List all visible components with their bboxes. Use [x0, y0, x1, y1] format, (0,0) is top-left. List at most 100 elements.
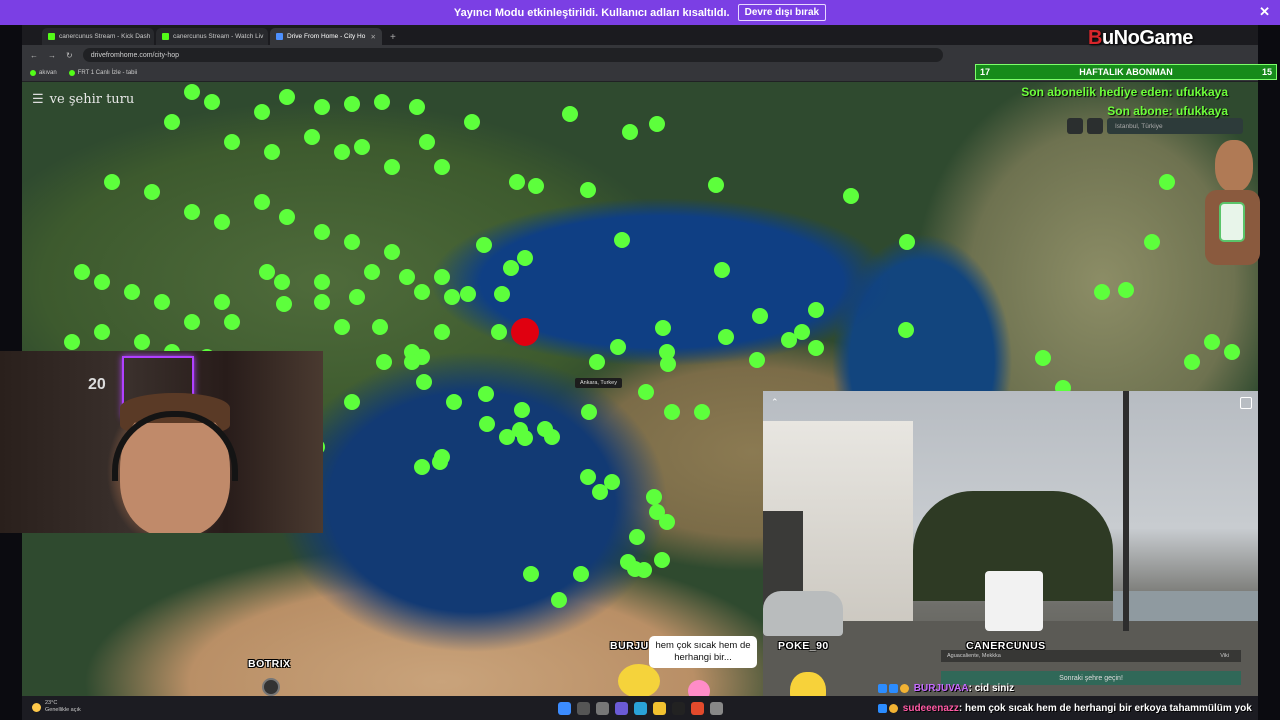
- city-dot[interactable]: [224, 314, 240, 330]
- city-dot[interactable]: [274, 274, 290, 290]
- city-dot[interactable]: [434, 159, 450, 175]
- city-dot[interactable]: [144, 184, 160, 200]
- city-dot[interactable]: [276, 296, 292, 312]
- search-icon[interactable]: [576, 701, 590, 715]
- city-dot[interactable]: [659, 514, 675, 530]
- city-dot[interactable]: [259, 264, 275, 280]
- city-dot[interactable]: [752, 308, 768, 324]
- city-dot[interactable]: [124, 284, 140, 300]
- city-dot[interactable]: [479, 416, 495, 432]
- hamburger-menu-icon[interactable]: ☰: [32, 92, 44, 107]
- city-dot[interactable]: [334, 319, 350, 335]
- city-dot[interactable]: [446, 394, 462, 410]
- tab-kick-watch[interactable]: canercunus Stream - Watch Liv ✕: [156, 28, 268, 45]
- bookmark-item[interactable]: akıvan: [30, 70, 57, 76]
- bookmark-item[interactable]: FRT 1 Canlı İzle - tabii: [68, 70, 137, 76]
- url-field[interactable]: drivefromhome.com/city-hop: [82, 48, 943, 62]
- city-dot[interactable]: [372, 319, 388, 335]
- city-dot[interactable]: [580, 469, 596, 485]
- city-dot[interactable]: [354, 139, 370, 155]
- city-dot[interactable]: [478, 386, 494, 402]
- city-dot[interactable]: [344, 234, 360, 250]
- city-dot[interactable]: [64, 334, 80, 350]
- city-dot[interactable]: [314, 274, 330, 290]
- city-dot[interactable]: [134, 334, 150, 350]
- city-dot[interactable]: [1184, 354, 1200, 370]
- city-dot[interactable]: [537, 421, 553, 437]
- city-dot[interactable]: [279, 209, 295, 225]
- city-dot[interactable]: [749, 352, 765, 368]
- city-dot[interactable]: [154, 294, 170, 310]
- city-dot[interactable]: [491, 324, 507, 340]
- city-dot[interactable]: [581, 404, 597, 420]
- refresh-icon[interactable]: [1067, 118, 1083, 134]
- city-dot[interactable]: [562, 106, 578, 122]
- disable-streamer-mode-button[interactable]: Devre dışı bırak: [737, 4, 827, 21]
- layers-icon[interactable]: [1087, 118, 1103, 134]
- city-dot[interactable]: [551, 592, 567, 608]
- city-dot[interactable]: [184, 314, 200, 330]
- city-dot[interactable]: [718, 329, 734, 345]
- city-dot[interactable]: [74, 264, 90, 280]
- city-dot[interactable]: [399, 269, 415, 285]
- city-dot[interactable]: [1035, 350, 1051, 366]
- task-view-icon[interactable]: [595, 701, 609, 715]
- city-dot[interactable]: [1224, 344, 1240, 360]
- chrome-icon[interactable]: [690, 701, 704, 715]
- city-dot[interactable]: [660, 356, 676, 372]
- city-dot[interactable]: [214, 214, 230, 230]
- city-dot[interactable]: [899, 234, 915, 250]
- store-icon[interactable]: [671, 701, 685, 715]
- city-dot[interactable]: [344, 394, 360, 410]
- city-dot[interactable]: [364, 264, 380, 280]
- city-dot[interactable]: [1118, 282, 1134, 298]
- city-dot[interactable]: [509, 174, 525, 190]
- city-dot[interactable]: [808, 340, 824, 356]
- city-dot[interactable]: [694, 404, 710, 420]
- city-dot[interactable]: [1094, 284, 1110, 300]
- city-dot[interactable]: [794, 324, 810, 340]
- city-dot[interactable]: [708, 177, 724, 193]
- city-dot[interactable]: [344, 96, 360, 112]
- reload-icon[interactable]: ↻: [66, 51, 73, 60]
- weather-widget[interactable]: 23°C Genellikle açık: [32, 700, 81, 714]
- city-dot[interactable]: [655, 320, 671, 336]
- city-dot[interactable]: [654, 552, 670, 568]
- city-dot[interactable]: [304, 129, 320, 145]
- city-dot[interactable]: [409, 99, 425, 115]
- explorer-icon[interactable]: [652, 701, 666, 715]
- close-icon[interactable]: ✕: [1259, 4, 1270, 20]
- edge-icon[interactable]: [633, 701, 647, 715]
- city-dot[interactable]: [523, 566, 539, 582]
- city-dot[interactable]: [404, 354, 420, 370]
- settings-icon[interactable]: [709, 701, 723, 715]
- tab-kick-dashboard[interactable]: canercunus Stream - Kick Dash ✕: [42, 28, 154, 45]
- city-dot[interactable]: [843, 188, 859, 204]
- close-tab-icon[interactable]: ✕: [267, 33, 268, 41]
- current-city-dot[interactable]: [511, 318, 539, 346]
- city-dot[interactable]: [419, 134, 435, 150]
- city-dot[interactable]: [629, 529, 645, 545]
- city-dot[interactable]: [314, 99, 330, 115]
- city-dot[interactable]: [610, 339, 626, 355]
- city-dot[interactable]: [1144, 234, 1160, 250]
- city-dot[interactable]: [184, 84, 200, 100]
- city-dot[interactable]: [264, 144, 280, 160]
- chat-username[interactable]: sudeeenazz: [903, 703, 959, 714]
- city-dot[interactable]: [808, 302, 824, 318]
- city-dot[interactable]: [714, 262, 730, 278]
- city-dot[interactable]: [476, 237, 492, 253]
- city-dot[interactable]: [432, 454, 448, 470]
- city-dot[interactable]: [349, 289, 365, 305]
- close-tab-icon[interactable]: ✕: [371, 33, 376, 41]
- city-dot[interactable]: [1159, 174, 1175, 190]
- city-dot[interactable]: [638, 384, 654, 400]
- city-dot[interactable]: [664, 404, 680, 420]
- city-dot[interactable]: [592, 484, 608, 500]
- city-dot[interactable]: [503, 260, 519, 276]
- chat-username[interactable]: BURJUVAA: [914, 683, 969, 694]
- city-dot[interactable]: [646, 489, 662, 505]
- city-dot[interactable]: [528, 178, 544, 194]
- city-dot[interactable]: [414, 284, 430, 300]
- city-dot[interactable]: [434, 269, 450, 285]
